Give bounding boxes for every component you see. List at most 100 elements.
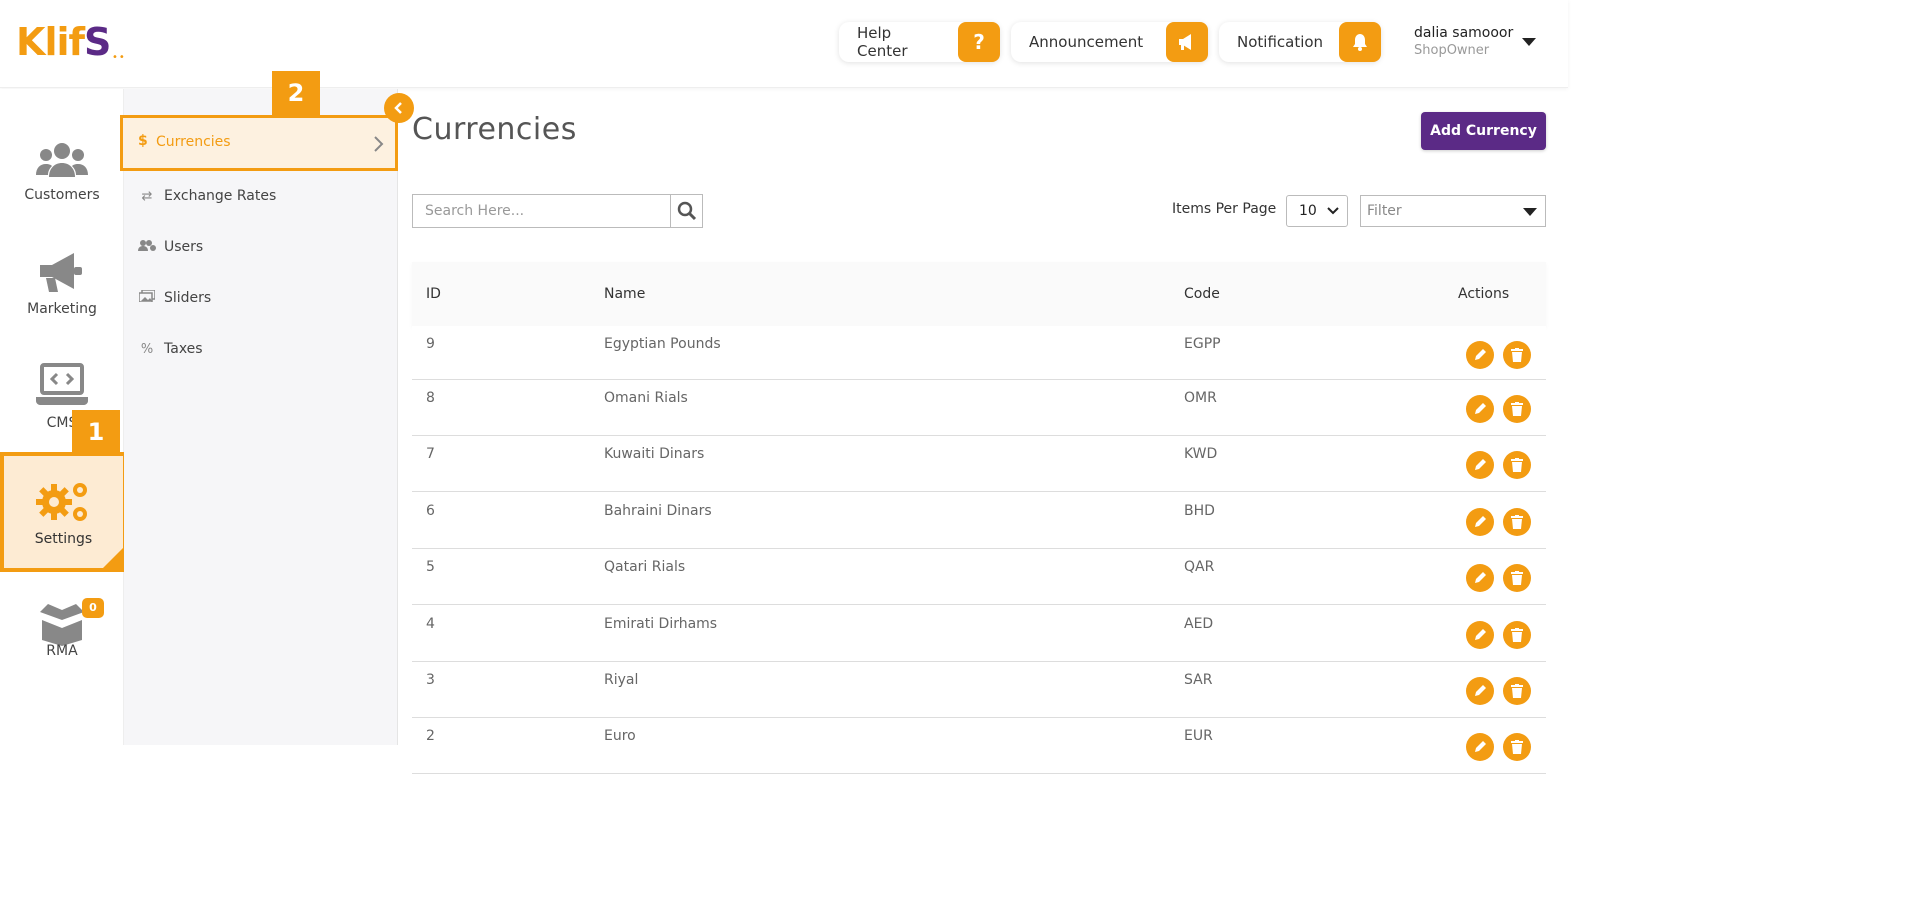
submenu-users[interactable]: Users xyxy=(138,234,203,260)
trash-icon xyxy=(1511,628,1523,642)
filter-placeholder: Filter xyxy=(1367,203,1402,219)
trash-icon xyxy=(1511,458,1523,472)
row-code: EGPP xyxy=(1184,336,1221,352)
bell-icon xyxy=(1339,22,1381,62)
edit-button[interactable] xyxy=(1466,451,1494,479)
nav-settings-label: Settings xyxy=(34,531,93,547)
submenu-users-label: Users xyxy=(164,239,204,255)
items-per-page-value: 10 xyxy=(1299,203,1317,219)
announcement-button[interactable]: Announcement xyxy=(1011,22,1208,62)
announcement-label: Announcement xyxy=(1029,33,1144,51)
table-header: ID Name Code Actions xyxy=(412,262,1546,326)
trash-icon xyxy=(1511,740,1523,754)
rma-count-badge: 0 xyxy=(82,598,104,618)
chevron-right-icon xyxy=(374,136,384,152)
images-icon xyxy=(138,289,156,306)
items-per-page-select[interactable]: 10 xyxy=(1286,195,1348,227)
filter-select[interactable]: Filter xyxy=(1360,195,1546,227)
pencil-icon xyxy=(1473,402,1487,416)
pencil-icon xyxy=(1473,458,1487,472)
table-row: 3 Riyal SAR xyxy=(412,662,1546,718)
klifs-logo[interactable]: Klif S •• xyxy=(16,20,125,64)
user-dropdown-caret-icon[interactable] xyxy=(1522,38,1536,46)
submenu-taxes[interactable]: % Taxes xyxy=(138,336,203,362)
table-row: 9 Egyptian Pounds EGPP xyxy=(412,326,1546,380)
submenu-sliders[interactable]: Sliders xyxy=(138,285,211,311)
delete-button[interactable] xyxy=(1503,395,1531,423)
delete-button[interactable] xyxy=(1503,677,1531,705)
row-name: Omani Rials xyxy=(604,390,688,406)
submenu-taxes-label: Taxes xyxy=(164,341,203,357)
trash-icon xyxy=(1511,515,1523,529)
row-id: 4 xyxy=(426,616,435,632)
user-name: dalia samooor xyxy=(1414,25,1514,41)
column-id: ID xyxy=(426,286,441,302)
table-row: 4 Emirati Dirhams AED xyxy=(412,606,1546,662)
table-row: 5 Qatari Rials QAR xyxy=(412,549,1546,605)
row-name: Qatari Rials xyxy=(604,559,686,575)
bullhorn-icon xyxy=(1166,22,1208,62)
pencil-icon xyxy=(1473,348,1487,362)
pencil-icon xyxy=(1473,740,1487,754)
delete-button[interactable] xyxy=(1503,733,1531,761)
edit-button[interactable] xyxy=(1466,564,1494,592)
row-id: 2 xyxy=(426,728,435,744)
chevron-down-icon xyxy=(1327,207,1339,215)
collapse-sidebar-button[interactable] xyxy=(384,93,414,123)
help-center-button[interactable]: Help Center ? xyxy=(839,22,1000,62)
step-2-marker: 2 xyxy=(272,71,320,115)
laptop-code-icon xyxy=(36,363,88,405)
edit-button[interactable] xyxy=(1466,508,1494,536)
nav-rma[interactable]: 0 RMA xyxy=(0,598,124,720)
trash-icon xyxy=(1511,684,1523,698)
settings-submenu: ⇄ Exchange Rates Users Sliders % Taxes xyxy=(124,89,398,745)
nav-customers[interactable]: Customers xyxy=(0,129,124,239)
edit-button[interactable] xyxy=(1466,621,1494,649)
chevron-left-icon xyxy=(394,102,402,114)
delete-button[interactable] xyxy=(1503,621,1531,649)
submenu-exchange-rates-label: Exchange Rates xyxy=(164,188,277,204)
table-row: 6 Bahraini Dinars BHD xyxy=(412,493,1546,549)
delete-button[interactable] xyxy=(1503,341,1531,369)
percent-icon: % xyxy=(140,341,154,357)
pencil-icon xyxy=(1473,628,1487,642)
edit-button[interactable] xyxy=(1466,733,1494,761)
table-row: 2 Euro EUR xyxy=(412,718,1546,774)
add-currency-button[interactable]: Add Currency xyxy=(1421,112,1546,150)
edit-button[interactable] xyxy=(1466,341,1494,369)
user-menu[interactable]: dalia samooor ShopOwner xyxy=(1414,25,1513,58)
edit-button[interactable] xyxy=(1466,395,1494,423)
search-input[interactable] xyxy=(412,194,671,228)
selected-corner-marker xyxy=(103,548,123,568)
nav-settings[interactable]: Settings xyxy=(0,452,127,572)
table-row: 7 Kuwaiti Dinars KWD xyxy=(412,436,1546,492)
delete-button[interactable] xyxy=(1503,508,1531,536)
items-per-page-label: Items Per Page xyxy=(1172,201,1277,217)
submenu-sliders-label: Sliders xyxy=(164,290,212,306)
logo-dots: •• xyxy=(112,52,126,63)
trash-icon xyxy=(1511,571,1523,585)
top-header: Klif S •• Help Center ? Announcement Noti… xyxy=(0,0,1568,88)
users-icon xyxy=(36,143,88,177)
submenu-exchange-rates[interactable]: ⇄ Exchange Rates xyxy=(138,183,277,209)
row-code: SAR xyxy=(1184,672,1213,688)
row-name: Kuwaiti Dinars xyxy=(604,446,705,462)
search-button[interactable] xyxy=(670,194,703,228)
trash-icon xyxy=(1511,402,1523,416)
row-id: 5 xyxy=(426,559,435,575)
row-name: Emirati Dirhams xyxy=(604,616,718,632)
row-code: KWD xyxy=(1184,446,1218,462)
delete-button[interactable] xyxy=(1503,564,1531,592)
user-role: ShopOwner xyxy=(1414,43,1490,58)
notification-button[interactable]: Notification xyxy=(1219,22,1381,62)
exchange-icon: ⇄ xyxy=(141,188,153,204)
nav-marketing[interactable]: Marketing xyxy=(0,243,124,353)
edit-button[interactable] xyxy=(1466,677,1494,705)
delete-button[interactable] xyxy=(1503,451,1531,479)
logo-text: Klif xyxy=(16,20,85,64)
column-code: Code xyxy=(1184,286,1220,302)
step-1-marker: 1 xyxy=(72,410,120,454)
submenu-currencies[interactable]: $ Currencies xyxy=(120,115,398,171)
help-center-label: Help Center xyxy=(857,24,908,60)
column-actions: Actions xyxy=(1458,286,1510,302)
